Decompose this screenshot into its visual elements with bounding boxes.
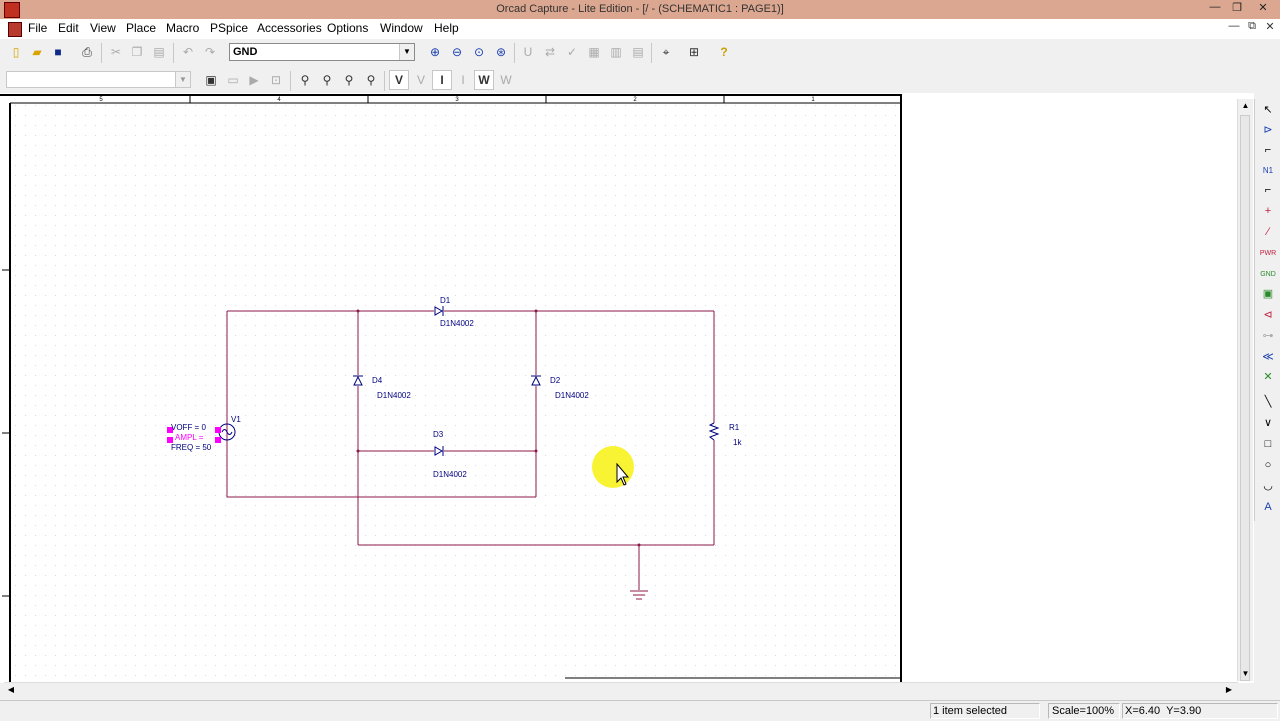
d2-value[interactable]: D1N4002 [555, 391, 589, 400]
vertical-scroll-thumb[interactable] [1240, 115, 1250, 681]
v1-voff[interactable]: VOFF = 0 [171, 423, 206, 432]
r1-ref[interactable]: R1 [729, 423, 740, 432]
scroll-right-icon[interactable]: ▶ [1222, 683, 1236, 697]
zone-label: 3 [455, 97, 459, 103]
d2-ref[interactable]: D2 [550, 376, 561, 385]
v1-freq[interactable]: FREQ = 50 [171, 443, 212, 452]
d3-value[interactable]: D1N4002 [433, 470, 467, 479]
d4-value[interactable]: D1N4002 [377, 391, 411, 400]
v1-ampl[interactable]: AMPL = [175, 433, 204, 442]
selection-handle[interactable] [215, 427, 221, 433]
place-bus-entry-icon[interactable]: ∕ [1258, 223, 1278, 242]
place-part-icon[interactable]: ⊳ [1258, 121, 1278, 140]
status-coordinates: X=6.40 Y=3.90 [1125, 705, 1202, 717]
r1-value[interactable]: 1k [733, 438, 742, 447]
select-pointer-icon[interactable]: ↖ [1258, 101, 1278, 120]
place-text-icon[interactable]: A [1258, 498, 1278, 517]
place-polyline-icon[interactable]: ∨ [1258, 414, 1278, 433]
cursor-highlight [592, 446, 634, 488]
scroll-left-icon[interactable]: ◀ [4, 683, 18, 697]
status-scale: Scale=100% [1052, 705, 1115, 717]
place-port-icon[interactable]: ⊲ [1258, 306, 1278, 325]
place-bus-icon[interactable]: ⌐ [1258, 181, 1278, 200]
place-power-icon[interactable]: PWR [1258, 244, 1278, 263]
junction-dot [637, 543, 641, 547]
v1-ref[interactable]: V1 [231, 415, 241, 424]
place-pin-icon[interactable]: ⊶ [1258, 327, 1278, 346]
zone-label: 2 [633, 97, 637, 103]
place-arc-icon[interactable]: ◡ [1258, 477, 1278, 496]
vertical-scrollbar[interactable]: ▲ ▼ [1237, 99, 1253, 681]
place-net-alias-icon[interactable]: N1 [1258, 161, 1278, 180]
place-junction-icon[interactable]: + [1258, 202, 1278, 221]
scroll-up-icon[interactable]: ▲ [1238, 99, 1253, 113]
place-off-page-connector-icon[interactable]: ≪ [1258, 348, 1278, 367]
status-bar: 1 item selected Scale=100% X=6.40 Y=3.90 [0, 700, 1280, 721]
junction-dot [534, 449, 538, 453]
d1-value[interactable]: D1N4002 [440, 319, 474, 328]
junction-dot [356, 309, 360, 313]
status-selection: 1 item selected [933, 705, 1007, 717]
schematic-canvas: 5 4 3 2 1 D1 D1N4002 D4 D1N4002 D2 D1N40… [0, 94, 902, 682]
d3-ref[interactable]: D3 [433, 430, 444, 439]
place-line-icon[interactable]: ╲ [1258, 393, 1278, 412]
d1-ref[interactable]: D1 [440, 296, 451, 305]
place-wire-icon[interactable]: ⌐ [1258, 141, 1278, 160]
place-no-connect-icon[interactable]: ✕ [1258, 368, 1278, 387]
schematic-page-grid [10, 104, 901, 682]
horizontal-scrollbar[interactable]: ◀ ▶ [4, 682, 1238, 697]
place-ellipse-icon[interactable]: ○ [1258, 456, 1278, 475]
scroll-down-icon[interactable]: ▼ [1238, 667, 1253, 681]
junction-dot [534, 309, 538, 313]
place-rectangle-icon[interactable]: □ [1258, 435, 1278, 454]
place-ground-icon[interactable]: GND [1258, 265, 1278, 284]
zone-label: 1 [811, 97, 815, 103]
place-hierarchical-block-icon[interactable]: ▣ [1258, 285, 1278, 304]
zone-label: 5 [99, 97, 103, 103]
draw-palette: ↖ ⊳ ⌐ N1 ⌐ + ∕ PWR GND ▣ ⊲ ⊶ ≪ ✕ ╲ ∨ □ ○… [1254, 99, 1280, 521]
selection-handle[interactable] [215, 437, 221, 443]
junction-dot [356, 449, 360, 453]
zone-label: 4 [277, 97, 281, 103]
d4-ref[interactable]: D4 [372, 376, 383, 385]
